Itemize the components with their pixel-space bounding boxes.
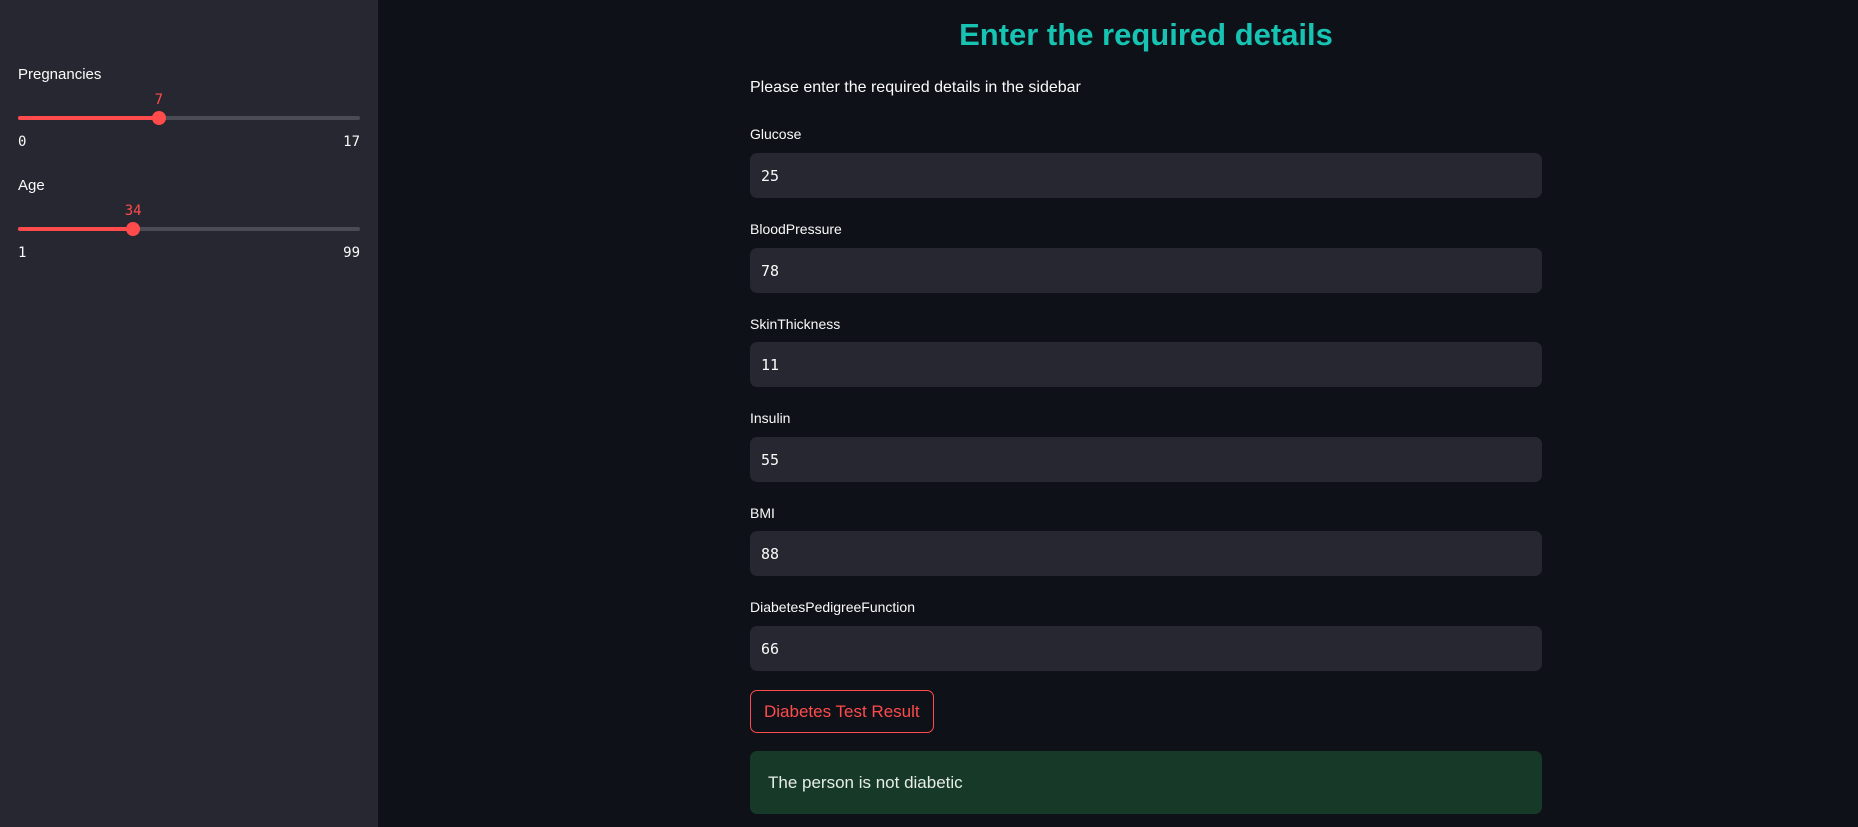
sidebar: Pregnancies 7 0 17 Age 34 1 99 [0, 0, 378, 827]
slider-fill-age [18, 227, 134, 231]
slider-label-age: Age [18, 177, 45, 194]
page-description: Please enter the required details in the… [750, 79, 1081, 96]
slider-thumb-age[interactable] [126, 222, 141, 236]
slider-track-age[interactable] [18, 222, 360, 236]
result-success-alert: The person is not diabetic [750, 751, 1542, 814]
slider-pregnancies: Pregnancies 7 0 17 [18, 66, 360, 156]
slider-age: Age 34 1 99 [18, 177, 360, 267]
slider-fill-pregnancies [18, 116, 159, 120]
slider-max-pregnancies: 17 [343, 134, 360, 150]
insulin-input[interactable] [750, 437, 1542, 482]
skinthickness-input[interactable] [750, 342, 1542, 387]
slider-min-pregnancies: 0 [18, 134, 27, 150]
field-label-skinthickness: SkinThickness [750, 316, 841, 332]
diabetespedigreefunction-input[interactable] [750, 626, 1542, 671]
field-label-glucose: Glucose [750, 126, 802, 142]
page-title: Enter the required details [959, 17, 1333, 52]
result-text: The person is not diabetic [768, 772, 963, 792]
glucose-input[interactable] [750, 153, 1542, 198]
bloodpressure-input[interactable] [750, 248, 1542, 293]
diabetes-test-result-button[interactable]: Diabetes Test Result [750, 690, 934, 733]
field-label-insulin: Insulin [750, 410, 791, 426]
slider-max-age: 99 [343, 245, 360, 261]
slider-track-pregnancies[interactable] [18, 111, 360, 125]
bmi-input[interactable] [750, 531, 1542, 576]
slider-min-age: 1 [18, 245, 27, 261]
slider-thumb-pregnancies[interactable] [151, 111, 166, 125]
field-label-bmi: BMI [750, 505, 775, 521]
slider-label-pregnancies: Pregnancies [18, 66, 102, 83]
field-label-diabetespedigreefunction: DiabetesPedigreeFunction [750, 599, 915, 615]
slider-value-pregnancies: 7 [154, 92, 164, 108]
slider-value-age: 34 [124, 203, 142, 219]
field-label-bloodpressure: BloodPressure [750, 221, 842, 237]
